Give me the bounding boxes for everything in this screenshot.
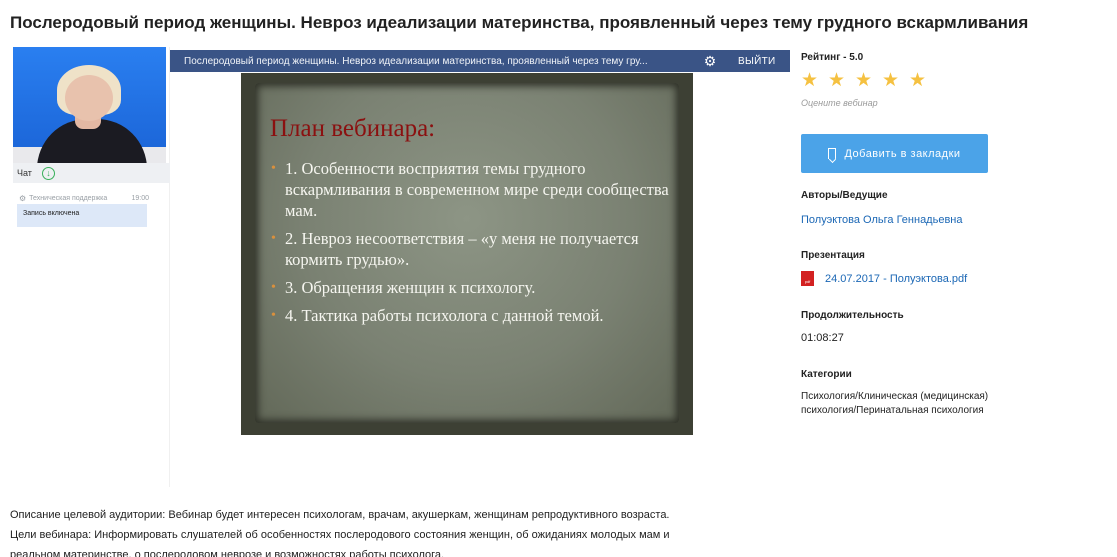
bullet-icon: • xyxy=(271,161,276,176)
slide-item: • 2. Невроз несоответствия – «у меня не п… xyxy=(271,229,639,269)
slide-title: План вебинара: xyxy=(270,115,436,142)
bullet-icon: • xyxy=(271,280,276,295)
download-circle-icon[interactable]: ↓ xyxy=(41,166,55,180)
presentation-file-link[interactable]: 24.07.2017 - Полуэктова.pdf xyxy=(825,273,967,285)
pdf-icon: pdf xyxy=(801,271,814,286)
bullet-icon: • xyxy=(271,308,276,323)
duration-value: 01:08:27 xyxy=(801,332,844,344)
chat-message-author: Техническая поддержка xyxy=(29,195,108,202)
categories-value[interactable]: Психология/Клиническая (медицинская) пси… xyxy=(801,390,1031,418)
chat-message-text: Запись включена xyxy=(17,204,147,227)
duration-label: Продолжительность xyxy=(801,310,904,321)
presentation-file[interactable]: pdf 24.07.2017 - Полуэктова.pdf xyxy=(801,271,967,286)
slide-item: • 3. Обращения женщин к психологу. xyxy=(271,278,536,297)
description-goals-continued: реальном материнстве, о послеродовом нев… xyxy=(10,549,445,557)
slide-list: • 1. Особенности восприятия темы грудного… xyxy=(271,158,681,333)
categories-label: Категории xyxy=(801,369,852,380)
exit-button[interactable]: ВЫЙТИ xyxy=(730,56,776,67)
presentation-label: Презентация xyxy=(801,250,865,261)
star-icon[interactable]: ★ xyxy=(801,71,828,91)
slide-item: • 4. Тактика работы психолога с данной те… xyxy=(271,306,604,325)
star-icon[interactable]: ★ xyxy=(828,71,855,91)
bullet-icon: • xyxy=(271,231,276,246)
rating-stars[interactable]: ★ ★ ★ ★ ★ xyxy=(801,71,936,91)
chat-header: Чат ↓ xyxy=(13,163,170,183)
webinar-description: Описание целевой аудитории: Вебинар буде… xyxy=(10,505,790,557)
chat-label: Чат xyxy=(17,168,32,178)
player-title: Послеродовый период женщины. Невроз идеа… xyxy=(184,55,648,67)
author-link[interactable]: Полуэктова Ольга Геннадьевна xyxy=(801,214,963,226)
webinar-player: Послеродовый период женщины. Невроз идеа… xyxy=(170,50,790,450)
star-icon[interactable]: ★ xyxy=(882,71,909,91)
add-bookmark-label: Добавить в закладки xyxy=(844,147,961,160)
left-panel: Чат ↓ ⚙ Техническая поддержка 19:00 Запи… xyxy=(13,47,170,487)
player-toolbar: Послеродовый период женщины. Невроз идеа… xyxy=(170,50,790,72)
star-icon[interactable]: ★ xyxy=(855,71,882,91)
gear-icon: ⚙ xyxy=(19,194,27,203)
webcam-video xyxy=(13,47,166,163)
rate-hint: Оцените вебинар xyxy=(801,98,878,108)
info-sidebar: Рейтинг - 5.0 ★ ★ ★ ★ ★ Оцените вебинар … xyxy=(801,52,1101,416)
rating-label: Рейтинг - 5.0 xyxy=(801,52,864,63)
gear-icon[interactable]: ⚙ xyxy=(690,53,730,70)
add-bookmark-button[interactable]: Добавить в закладки xyxy=(801,134,988,173)
presentation-slide: План вебинара: • 1. Особенности восприяти… xyxy=(241,73,693,435)
page-title: Послеродовый период женщины. Невроз идеа… xyxy=(10,13,1029,32)
bookmark-icon xyxy=(828,148,837,159)
chat-message-header: ⚙ Техническая поддержка 19:00 xyxy=(19,194,149,203)
slide-item: • 1. Особенности восприятия темы грудного… xyxy=(271,159,669,220)
chat-message-time: 19:00 xyxy=(131,195,149,202)
authors-label: Авторы/Ведущие xyxy=(801,190,888,201)
star-icon[interactable]: ★ xyxy=(909,71,936,91)
description-audience: Описание целевой аудитории: Вебинар буде… xyxy=(10,509,670,521)
description-goals: Цели вебинара: Информировать слушателей … xyxy=(10,529,670,541)
